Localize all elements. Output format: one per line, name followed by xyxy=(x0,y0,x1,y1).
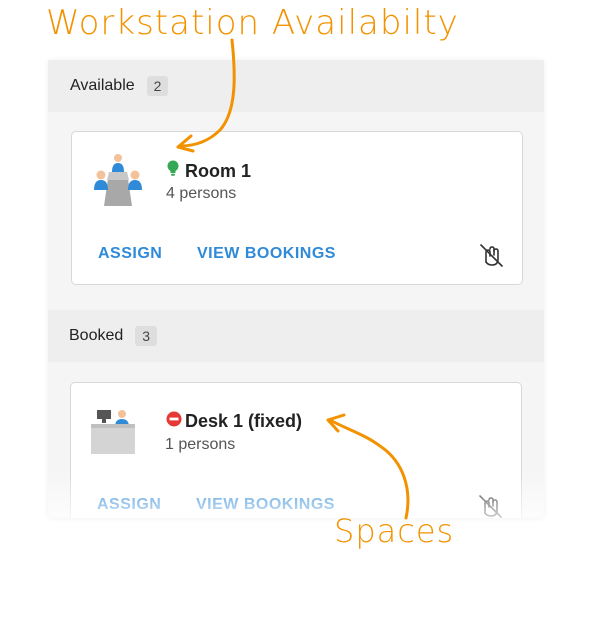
assign-button[interactable]: ASSIGN xyxy=(97,496,161,514)
workstation-name: Desk 1 (fixed) xyxy=(166,411,302,432)
section-title: Booked xyxy=(69,327,124,344)
workstation-card-room-1[interactable]: Room 1 4 persons ASSIGN VIEW BOOKINGS xyxy=(71,131,523,285)
view-bookings-button[interactable]: VIEW BOOKINGS xyxy=(196,496,335,514)
section-title: Available xyxy=(70,77,135,94)
workstation-name-text: Room 1 xyxy=(185,160,252,181)
section-header-available: Available 2 xyxy=(48,60,544,112)
section-header-booked: Booked 3 xyxy=(48,310,544,362)
count-badge: 3 xyxy=(135,326,158,346)
hand-disabled-icon[interactable] xyxy=(476,240,506,275)
workstation-name-text: Desk 1 (fixed) xyxy=(185,411,303,431)
hand-disabled-icon[interactable] xyxy=(475,491,505,518)
lightbulb-icon xyxy=(167,160,179,182)
capacity-text: 4 persons xyxy=(166,185,237,202)
assign-button[interactable]: ASSIGN xyxy=(98,245,162,263)
meeting-room-icon xyxy=(92,152,144,213)
workstation-card-desk-1[interactable]: Desk 1 (fixed) 1 persons ASSIGN VIEW BOO… xyxy=(70,382,522,518)
no-entry-icon xyxy=(166,411,182,432)
workstation-list-panel: Available 2 Room 1 4 persons ASSIGN VIEW… xyxy=(48,60,544,518)
capacity-text: 1 persons xyxy=(165,436,236,453)
workstation-name: Room 1 xyxy=(167,160,251,182)
count-badge: 2 xyxy=(146,76,169,96)
desk-workstation-icon xyxy=(91,409,135,460)
workstation-availability-annotation: Workstation Availabilty xyxy=(46,3,459,43)
view-bookings-button[interactable]: VIEW BOOKINGS xyxy=(197,245,336,263)
